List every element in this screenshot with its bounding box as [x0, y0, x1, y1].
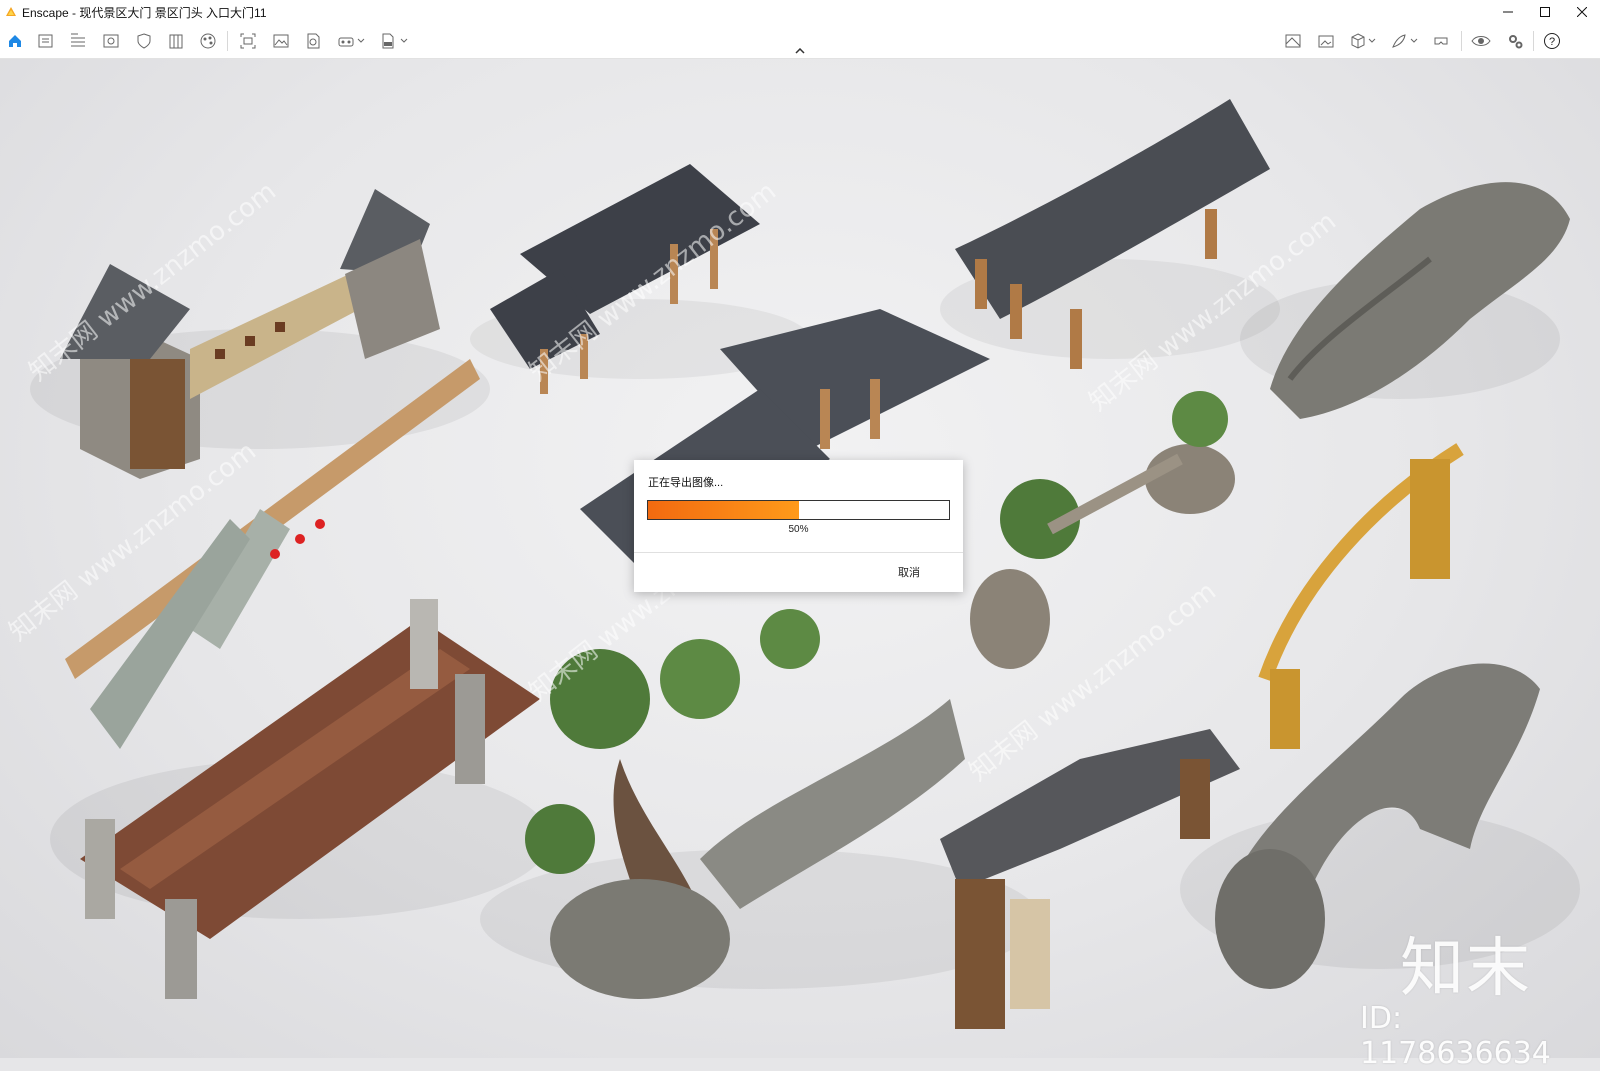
home-button[interactable] [4, 30, 26, 52]
bonsai-rock-model [970, 391, 1235, 669]
export-exe-icon [382, 33, 394, 49]
home-icon [9, 35, 21, 47]
feather-icon [1392, 34, 1406, 48]
toolbar-separator [227, 31, 228, 51]
building-button[interactable] [165, 30, 187, 52]
chevron-up-icon [795, 48, 805, 54]
image-icon [273, 34, 289, 48]
bim-icon [71, 33, 85, 47]
view-button[interactable] [100, 30, 122, 52]
image-button[interactable] [270, 30, 292, 52]
gallery-icon [1318, 35, 1334, 48]
minimize-button[interactable] [1489, 0, 1526, 24]
screenshot-icon [240, 33, 256, 49]
close-button[interactable] [1563, 0, 1600, 24]
window-title: Enscape - 现代景区大门 景区门头 入口大门11 [22, 5, 267, 20]
screenshot-button[interactable] [237, 30, 259, 52]
window-controls [1489, 0, 1600, 24]
progress-percent: 50% [788, 524, 809, 535]
asset-library-button[interactable] [35, 30, 57, 52]
collapse-toolbar-button[interactable] [792, 45, 808, 57]
help-icon: ? [1544, 33, 1560, 49]
export-exe-button[interactable] [377, 30, 399, 52]
settings-icon [1509, 35, 1523, 49]
enscape-logo-icon [6, 7, 16, 16]
chevron-down-icon [357, 38, 365, 43]
bim-button[interactable] [67, 30, 89, 52]
cube-dropdown-button[interactable] [1366, 30, 1378, 52]
settings-button[interactable] [1504, 30, 1526, 52]
eye-icon [1471, 36, 1491, 46]
chevron-down-icon [1410, 38, 1418, 43]
vr-headset-button[interactable] [335, 30, 357, 52]
vr-headset-icon [338, 37, 354, 47]
map-button[interactable] [1282, 30, 1304, 52]
help-button[interactable]: ? [1541, 30, 1563, 52]
building-icon [169, 34, 183, 49]
view-icon [103, 34, 119, 48]
dialog-divider [634, 552, 963, 553]
shield-button[interactable] [133, 30, 155, 52]
eye-button[interactable] [1470, 30, 1492, 52]
svg-text:?: ? [1549, 36, 1555, 48]
cube-icon [1351, 33, 1365, 49]
close-icon [1576, 7, 1587, 17]
export-progress-dialog: 正在导出图像... 50% 取消 [634, 460, 963, 592]
progress-bar-fill [648, 501, 799, 519]
feather-button[interactable] [1388, 30, 1410, 52]
vr-dropdown-button[interactable] [355, 30, 367, 52]
gallery-button[interactable] [1315, 30, 1337, 52]
map-icon [1285, 34, 1301, 48]
maximize-button[interactable] [1526, 0, 1563, 24]
panorama-button[interactable] [302, 30, 324, 52]
vr-button[interactable] [1430, 30, 1452, 52]
export-dropdown-button[interactable] [398, 30, 410, 52]
minimize-icon [1502, 11, 1513, 13]
vr-icon [1434, 37, 1448, 45]
maximize-icon [1539, 7, 1550, 17]
shield-icon [137, 33, 151, 49]
cancel-button[interactable]: 取消 [898, 564, 920, 580]
watermark-id: ID: 1178636634 [1360, 1001, 1551, 1071]
chevron-down-icon [1368, 38, 1376, 43]
toolbar-separator [1533, 31, 1534, 51]
material-button[interactable] [197, 30, 219, 52]
material-icon [200, 33, 216, 49]
panorama-icon [307, 33, 320, 49]
asset-library-icon [38, 34, 53, 48]
feather-dropdown-button[interactable] [1408, 30, 1420, 52]
dialog-title: 正在导出图像... [648, 477, 724, 489]
watermark-logo: 知末 [1400, 932, 1532, 1006]
chevron-down-icon [400, 38, 408, 43]
toolbar-separator [1461, 31, 1462, 51]
progress-bar [647, 500, 950, 520]
title-bar: Enscape - 现代景区大门 景区门头 入口大门11 [0, 0, 1600, 24]
